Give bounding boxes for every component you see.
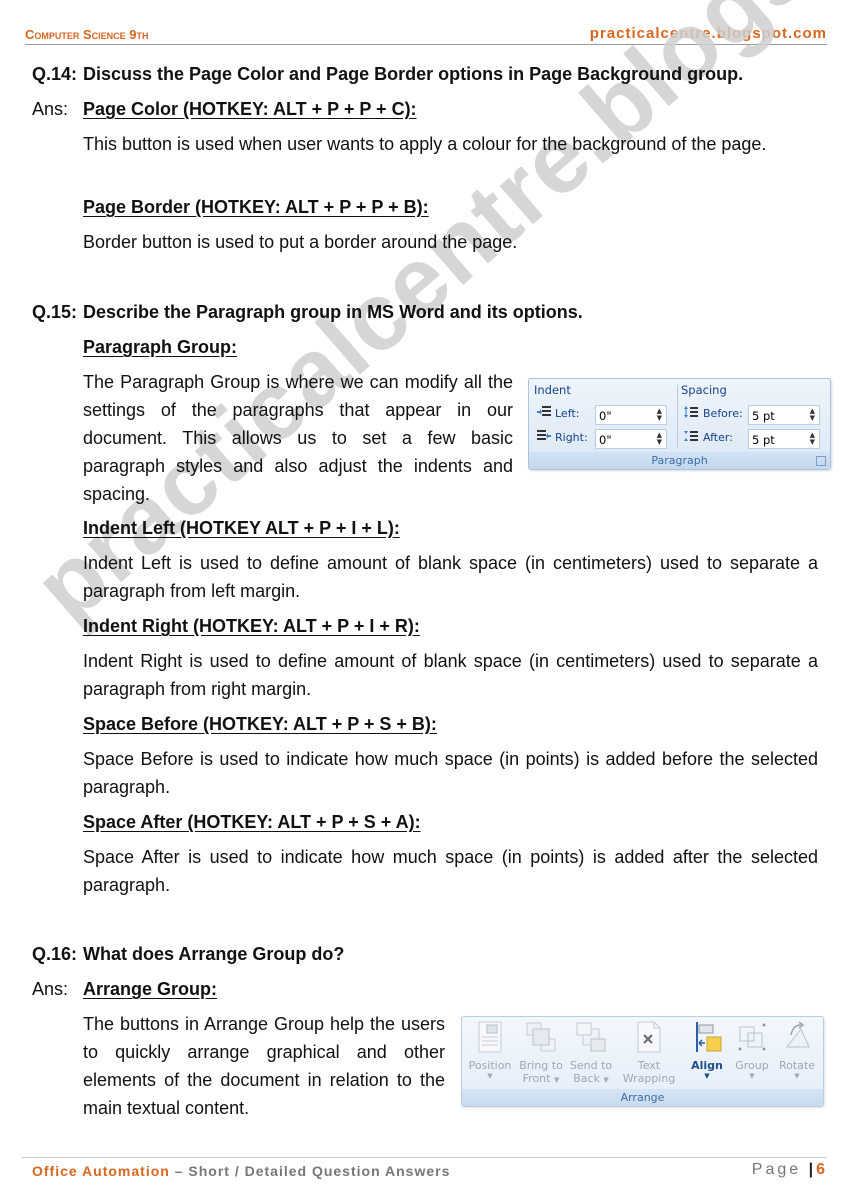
page-separator: | <box>808 1161 814 1178</box>
indent-left-value: 0" <box>599 409 612 423</box>
footer-divider <box>22 1157 827 1158</box>
dropdown-caret-icon: ▼ <box>487 1072 493 1080</box>
space-before-value: 5 pt <box>752 409 775 423</box>
section-text: The buttons in Arrange Group help the us… <box>83 1014 445 1118</box>
section-text: Space After is used to indicate how much… <box>83 847 818 895</box>
paragraph-group-image: Indent Spacing Left: 0" ▲ ▼ Right: 0" ▲ ▼ … <box>528 378 831 470</box>
indent-right-value: 0" <box>599 433 612 447</box>
text-wrapping-icon <box>637 1021 661 1053</box>
group-button[interactable]: Group ▼ <box>727 1021 777 1080</box>
arrange-group-footer: Arrange <box>462 1089 823 1106</box>
space-before-label: Before: <box>703 407 743 420</box>
footer-title: Office Automation – Short / Detailed Que… <box>32 1163 450 1179</box>
page-header: Computer Science 9th practicalcentre.blo… <box>25 25 827 45</box>
space-after-value: 5 pt <box>752 433 775 447</box>
button-label: Bring to <box>519 1059 563 1072</box>
section-text: This button is used when user wants to a… <box>83 134 767 154</box>
arrange-group-label: Arrange <box>620 1091 665 1104</box>
group-icon <box>738 1023 766 1051</box>
indent-section-label: Indent <box>534 383 571 397</box>
indent-right-icon <box>537 430 551 440</box>
button-label: Text <box>637 1059 661 1072</box>
paragraph-group-footer: Paragraph <box>529 452 830 469</box>
button-label-line2: Back <box>573 1072 600 1085</box>
section-heading: Arrange Group: <box>83 979 218 999</box>
space-after-label: After: <box>703 431 733 444</box>
spacing-section-label: Spacing <box>681 383 727 397</box>
indent-left-icon <box>537 406 551 416</box>
dropdown-caret-icon: ▼ <box>704 1072 710 1080</box>
question-number: Q.16: <box>32 944 78 964</box>
send-to-back-icon <box>576 1022 606 1052</box>
question-text: Discuss the Page Color and Page Border o… <box>83 64 744 84</box>
dropdown-caret-icon: ▼ <box>749 1072 755 1080</box>
dropdown-caret-icon: ▼ <box>553 1076 560 1084</box>
space-before-icon <box>684 406 698 418</box>
section-divider <box>677 385 678 447</box>
button-label: Send to <box>569 1059 613 1072</box>
button-label: Group <box>735 1059 769 1072</box>
paragraph-group-label: Paragraph <box>651 454 708 467</box>
spinner-arrows-icon[interactable]: ▲ ▼ <box>810 408 815 422</box>
bring-to-front-icon <box>526 1022 556 1052</box>
rotate-button[interactable]: Rotate ▼ <box>772 1021 822 1080</box>
spinner-arrows-icon[interactable]: ▲ ▼ <box>657 408 662 422</box>
indent-left-input[interactable]: 0" ▲ ▼ <box>595 405 667 425</box>
section-text: Space Before is used to indicate how muc… <box>83 749 818 797</box>
button-label: Align <box>691 1059 723 1072</box>
button-label-line2: Wrapping <box>622 1072 676 1085</box>
section-heading: Space Before (HOTKEY: ALT + P + S + B): <box>83 714 437 734</box>
question-text: Describe the Paragraph group in MS Word … <box>83 302 583 322</box>
section-heading: Indent Left (HOTKEY ALT + P + I + L): <box>83 518 400 538</box>
arrange-group-image: Position ▼ Bring to Front ▼ Send to Back… <box>461 1016 824 1107</box>
align-icon <box>696 1022 722 1052</box>
question-title: Q.14: Discuss the Page Color and Page Bor… <box>32 60 743 88</box>
section-text: Indent Left is used to define amount of … <box>83 553 818 601</box>
page-label: Page <box>751 1161 802 1178</box>
section-text: The Paragraph Group is where we can modi… <box>83 372 513 504</box>
text-wrapping-button[interactable]: Text Wrapping ▼ <box>620 1021 678 1098</box>
align-button[interactable]: Align ▼ <box>682 1021 732 1080</box>
space-before-input[interactable]: 5 pt ▲ ▼ <box>748 405 820 425</box>
question-text: What does Arrange Group do? <box>83 944 345 964</box>
answer-label: Ans: <box>32 979 69 999</box>
send-to-back-button[interactable]: Send to Back ▼ <box>566 1021 616 1085</box>
indent-right-input[interactable]: 0" ▲ ▼ <box>595 429 667 449</box>
position-icon <box>478 1021 502 1053</box>
section-text: Indent Right is used to define amount of… <box>83 651 818 699</box>
question-title: Q.15: Describe the Paragraph group in MS … <box>32 298 583 326</box>
button-label: Rotate <box>778 1059 815 1072</box>
page-number: Page | 6 <box>752 1161 825 1179</box>
question-number: Q.15: <box>32 302 78 322</box>
position-button[interactable]: Position ▼ <box>465 1021 515 1080</box>
space-after-input[interactable]: 5 pt ▲ ▼ <box>748 429 820 449</box>
spinner-arrows-icon[interactable]: ▲ ▼ <box>657 432 662 446</box>
header-subject: Computer Science 9th <box>25 27 149 42</box>
section-heading: Space After (HOTKEY: ALT + P + S + A): <box>83 812 421 832</box>
section-heading: Page Color (HOTKEY: ALT + P + P + C): <box>83 99 417 119</box>
bring-to-front-button[interactable]: Bring to Front ▼ <box>516 1021 566 1085</box>
space-after-icon <box>684 431 698 441</box>
dropdown-caret-icon: ▼ <box>603 1076 609 1084</box>
answer-label: Ans: <box>32 99 69 119</box>
dropdown-caret-icon: ▼ <box>794 1072 800 1080</box>
button-label-line2: Front <box>522 1072 551 1085</box>
indent-left-label: Left: <box>555 407 580 420</box>
section-heading: Page Border (HOTKEY: ALT + P + P + B): <box>83 197 429 217</box>
dialog-launcher-icon[interactable] <box>816 456 826 466</box>
indent-right-label: Right: <box>555 431 588 444</box>
button-label: Position <box>468 1059 512 1072</box>
section-heading: Paragraph Group: <box>83 337 238 357</box>
header-site: practicalcentre.blogspot.com <box>589 25 827 42</box>
rotate-icon <box>785 1021 810 1048</box>
question-number: Q.14: <box>32 64 78 84</box>
page-number-value: 6 <box>816 1161 825 1178</box>
footer-subtitle: – Short / Detailed Question Answers <box>174 1163 451 1179</box>
question-title: Q.16: What does Arrange Group do? <box>32 940 344 968</box>
spinner-arrows-icon[interactable]: ▲ ▼ <box>810 432 815 446</box>
section-heading: Indent Right (HOTKEY: ALT + P + I + R): <box>83 616 420 636</box>
section-text: Border button is used to put a border ar… <box>83 232 518 252</box>
footer-book-title: Office Automation <box>32 1163 170 1179</box>
